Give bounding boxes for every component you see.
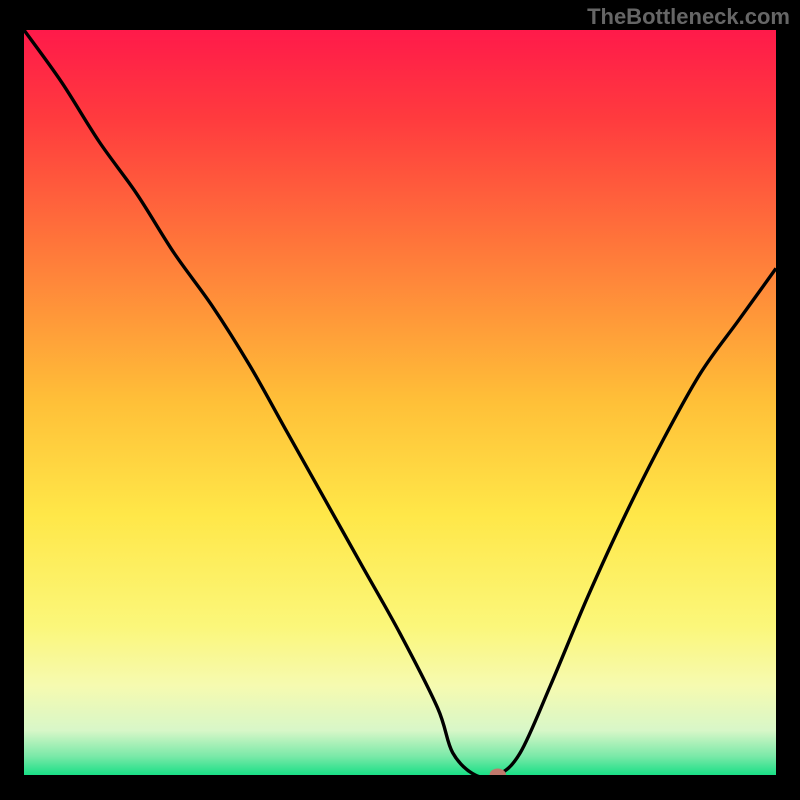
plot-area: [24, 30, 776, 775]
branding-text: TheBottleneck.com: [587, 4, 790, 30]
bottleneck-chart: [24, 30, 776, 775]
gradient-background: [24, 30, 776, 775]
chart-container: TheBottleneck.com: [0, 0, 800, 800]
